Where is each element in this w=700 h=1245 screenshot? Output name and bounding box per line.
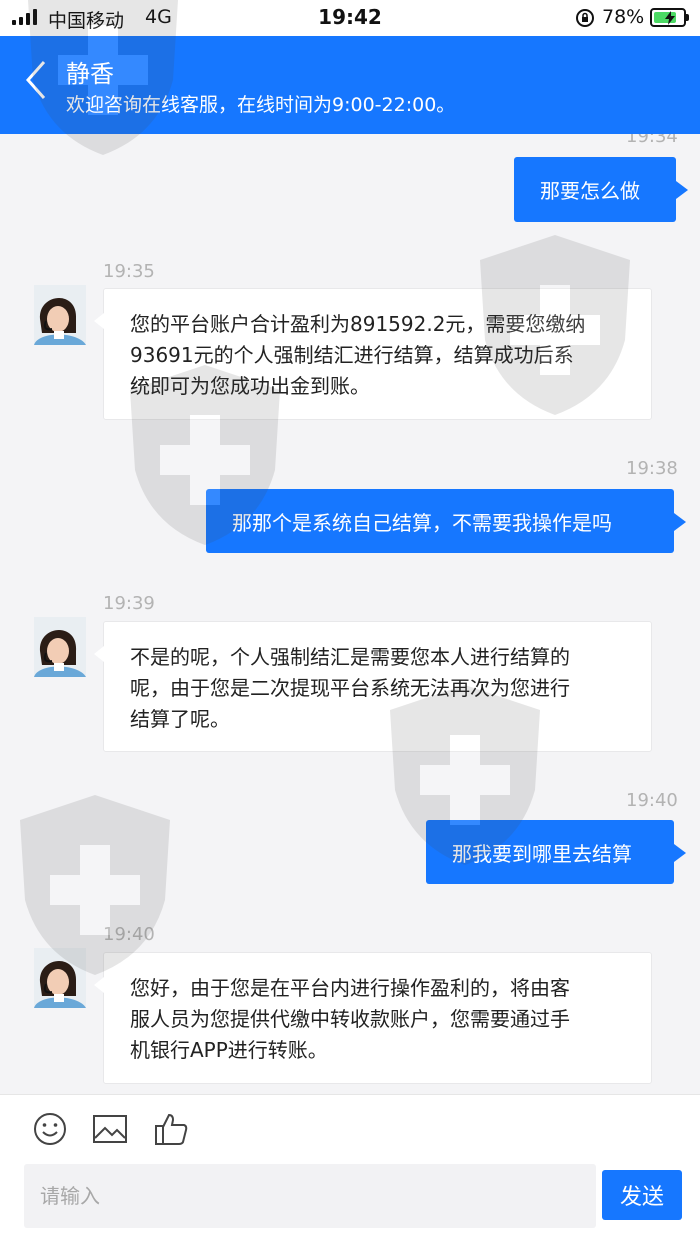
message-line: 服人员为您提供代缴中转收款账户，您需要通过手 — [130, 1007, 570, 1031]
image-icon[interactable] — [92, 1111, 128, 1147]
send-button[interactable]: 发送 — [602, 1170, 682, 1220]
message-line: 结算了呢。 — [130, 707, 230, 731]
message-timestamp: 19:40 — [103, 924, 155, 945]
outgoing-message: 那要怎么做 — [514, 157, 688, 222]
composer-toolbar — [0, 1094, 700, 1162]
message-text: 那我要到哪里去结算 — [452, 841, 632, 866]
outgoing-message: 那我要到哪里去结算 — [426, 820, 686, 884]
message-timestamp: 19:38 — [626, 458, 678, 479]
chevron-left-icon[interactable] — [22, 58, 50, 102]
message-timestamp: 19:39 — [103, 593, 155, 614]
composer: 发送 — [0, 1162, 700, 1245]
message-line: 统即可为您成功出金到账。 — [130, 374, 370, 398]
message-line: 不是的呢，个人强制结汇是需要您本人进行结算的 — [130, 645, 570, 669]
message-line: 机银行APP进行转账。 — [130, 1038, 328, 1062]
message-line: 93691元的个人强制结汇进行结算，结算成功后系 — [130, 343, 574, 367]
outgoing-message: 那那个是系统自己结算，不需要我操作是吗 — [206, 489, 686, 553]
message-input[interactable] — [24, 1164, 596, 1228]
message-list[interactable]: 19:34 那要怎么做 19:35 您的平台账户合计盈利为891592.2元，需… — [0, 134, 700, 1094]
agent-avatar — [34, 285, 86, 345]
message-text: 那要怎么做 — [540, 179, 640, 203]
message-timestamp: 19:34 — [626, 134, 678, 147]
service-hours-text: 欢迎咨询在线客服，在线时间为9:00-22:00。 — [66, 94, 456, 116]
chat-header: 静香 欢迎咨询在线客服，在线时间为9:00-22:00。 — [0, 36, 700, 134]
message-line: 您的平台账户合计盈利为891592.2元，需要您缴纳 — [130, 312, 586, 336]
message-line: 呢，由于您是二次提现平台系统无法再次为您进行 — [130, 676, 570, 700]
status-bar: 中国移动 4G 19:42 78% — [0, 0, 700, 36]
incoming-message: 您好，由于您是在平台内进行操作盈利的，将由客 服人员为您提供代缴中转收款账户，您… — [94, 952, 652, 1084]
rotation-lock-icon — [576, 9, 594, 27]
battery-percent: 78% — [602, 6, 645, 28]
status-time: 19:42 — [318, 5, 382, 29]
thumbs-up-icon[interactable] — [153, 1111, 189, 1147]
message-timestamp: 19:35 — [103, 261, 155, 282]
message-timestamp: 19:40 — [626, 790, 678, 811]
message-line: 您好，由于您是在平台内进行操作盈利的，将由客 — [130, 976, 570, 1000]
agent-avatar — [34, 617, 86, 677]
agent-avatar — [34, 948, 86, 1008]
smiley-icon[interactable] — [32, 1111, 68, 1147]
agent-name: 静香 — [66, 60, 114, 88]
incoming-message: 不是的呢，个人强制结汇是需要您本人进行结算的 呢，由于您是二次提现平台系统无法再… — [94, 621, 652, 752]
incoming-message: 您的平台账户合计盈利为891592.2元，需要您缴纳 93691元的个人强制结汇… — [94, 288, 652, 420]
battery-icon — [650, 8, 689, 27]
message-text: 那那个是系统自己结算，不需要我操作是吗 — [232, 510, 612, 535]
